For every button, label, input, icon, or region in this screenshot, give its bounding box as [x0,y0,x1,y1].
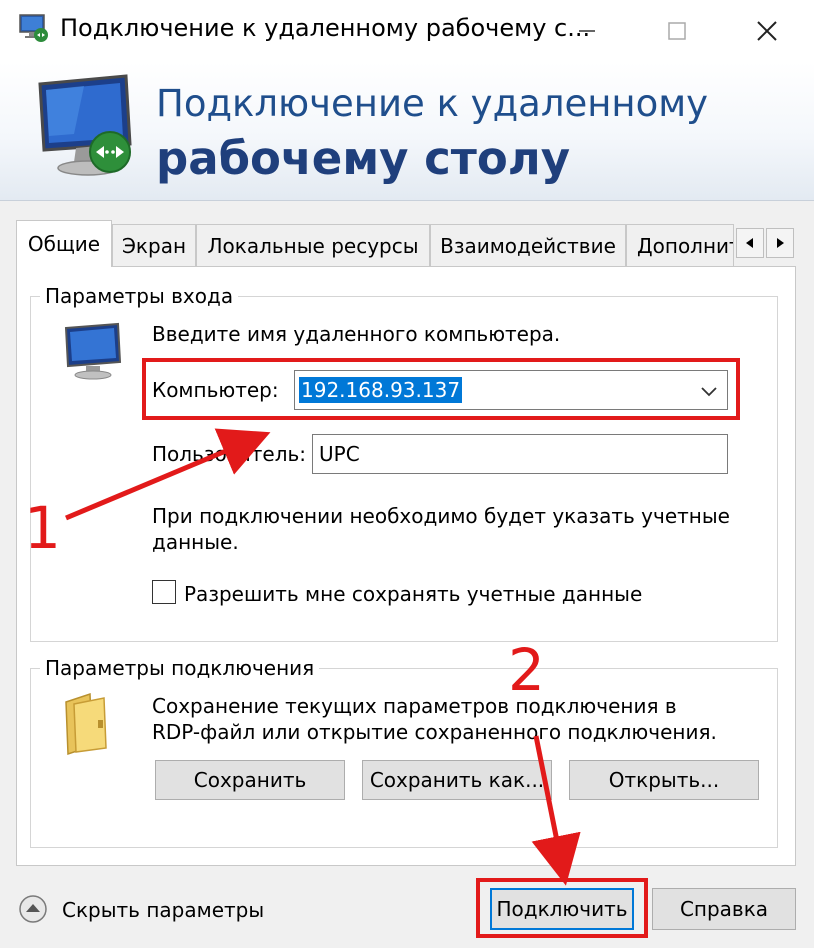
banner-title-line2: рабочему столу [156,132,571,185]
tab-scroll-right-button[interactable] [766,228,794,258]
remote-desktop-banner-icon [38,74,132,176]
connection-description-line1: Сохранение текущих параметров подключени… [152,694,677,718]
save-button[interactable]: Сохранить [155,760,345,800]
collapse-up-icon[interactable] [18,894,48,924]
save-as-button[interactable]: Сохранить как... [362,760,552,800]
tab-local-resources[interactable]: Локальные ресурсы [196,224,430,266]
minimize-icon [579,30,595,32]
maximize-icon [668,22,686,40]
tab-experience[interactable]: Взаимодействие [430,224,626,266]
connection-settings-title: Параметры подключения [40,656,320,680]
login-settings-title: Параметры входа [40,284,239,308]
close-button[interactable] [722,0,812,62]
close-icon [757,21,777,41]
save-credentials-label[interactable]: Разрешить мне сохранять учетные данные [184,582,642,606]
login-instruction: Введите имя удаленного компьютера. [152,322,561,346]
window-title: Подключение к удаленному рабочему с... [60,14,591,42]
help-button[interactable]: Справка [652,888,796,930]
user-label: Пользователь: [152,442,307,466]
tab-advanced[interactable]: Дополнит [626,224,734,266]
user-input[interactable]: UPC [312,434,728,474]
remote-desktop-app-icon [19,14,48,42]
credentials-note-line1: При подключении необходимо будет указать… [152,504,730,528]
triangle-left-icon [746,238,753,248]
connection-description-line2: RDP-файл или открытие сохраненного подкл… [152,720,717,744]
triangle-right-icon [777,238,784,248]
hide-options-link[interactable]: Скрыть параметры [62,898,264,922]
minimize-button[interactable] [542,0,632,62]
computer-icon [64,322,122,380]
maximize-button[interactable] [632,0,722,62]
annotation-step-1: 1 [24,494,61,562]
highlight-connect-button [476,878,648,938]
folder-icon [65,692,107,756]
credentials-note-line2: данные. [152,530,239,554]
highlight-computer-field [142,358,740,420]
tab-general[interactable]: Общие [16,220,112,267]
save-credentials-checkbox[interactable] [152,580,176,604]
annotation-step-2: 2 [508,636,545,704]
banner-title-line1: Подключение к удаленному [156,82,709,125]
tab-screen[interactable]: Экран [112,224,196,266]
open-button[interactable]: Открыть... [569,760,759,800]
tab-scroll-left-button[interactable] [736,228,764,258]
